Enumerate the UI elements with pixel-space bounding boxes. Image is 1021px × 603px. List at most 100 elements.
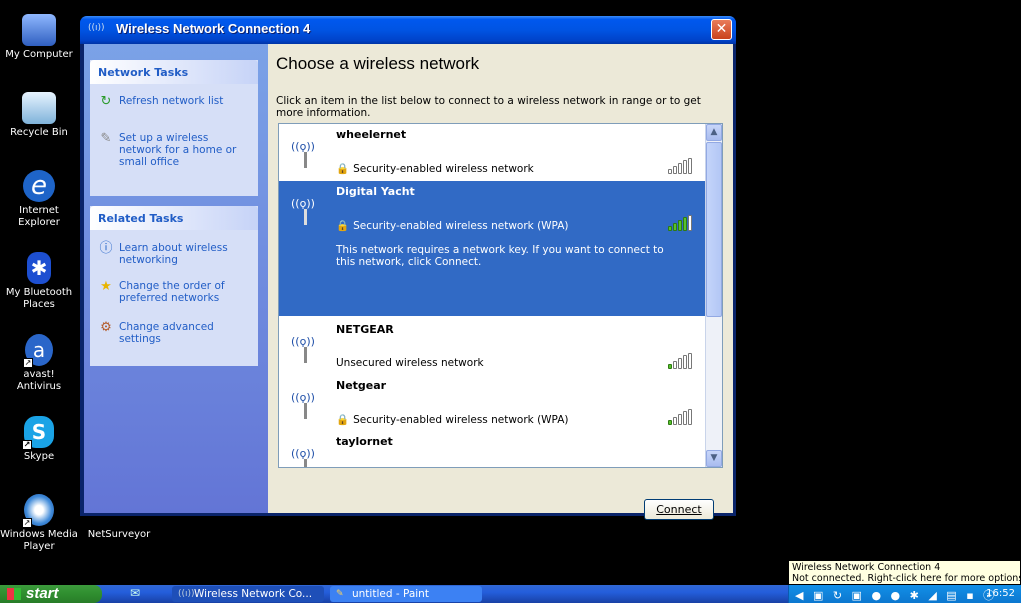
scroll-up-button[interactable]: ▲: [706, 124, 722, 141]
network-description: This network requires a network key. If …: [336, 244, 664, 268]
signal-bar: [668, 169, 672, 174]
shortcut-arrow-icon: ↗: [22, 440, 32, 450]
signal-bar: [683, 411, 687, 425]
system-tray: ◀ ▣ ↻ ▣ ● ● ✱ ◢ ▤ ▪ ⓐ 16:52: [788, 585, 1021, 603]
desktop-icon-label: My Computer: [5, 49, 73, 60]
signal-bar: [688, 215, 692, 231]
wireless-network-icon: ((ı)): [88, 23, 105, 33]
internet-explorer-icon: e: [23, 170, 55, 202]
network-item-selected[interactable]: ((ϙ)) Digital Yacht 🔒 Security-enabled wi…: [279, 181, 706, 316]
scroll-down-button[interactable]: ▼: [706, 450, 722, 467]
desktop-icon-bluetooth[interactable]: ✱ My Bluetooth Places: [0, 252, 78, 311]
network-name: NETGEAR: [336, 323, 394, 336]
security-status: Unsecured wireless network: [336, 357, 484, 369]
signal-bar: [673, 361, 677, 369]
signal-bar: [683, 160, 687, 174]
desktop-icon-label: Internet Explorer: [18, 205, 60, 228]
security-status: 🔒 Security-enabled wireless network: [336, 163, 534, 175]
related-tasks-panel: Related Tasks ⓘ Learn about wireless net…: [90, 206, 258, 366]
connect-button[interactable]: Connect: [644, 499, 714, 520]
star-icon: ★: [100, 279, 112, 294]
wireless-network-icon: ((ı)): [178, 589, 195, 599]
network-name: wheelernet: [336, 128, 407, 141]
computer-icon: [22, 14, 56, 46]
change-network-order-link[interactable]: ★ Change the order of preferred networks: [98, 279, 254, 305]
tray-icons[interactable]: ◀ ▣ ↻ ▣ ● ● ✱ ◢ ▤ ▪ ⓐ: [795, 587, 997, 603]
info-icon: ⓘ: [99, 241, 113, 256]
signal-bar: [688, 158, 692, 174]
taskbar: start ✉ ((ı)) Wireless Network Co... ✎ u…: [0, 585, 1021, 603]
signal-strength-icon: [668, 353, 698, 369]
antenna-icon: ((ϙ)): [291, 385, 321, 421]
security-status: 🔒 Security-enabled wireless network (WPA): [336, 220, 569, 232]
tray-tooltip: Wireless Network Connection 4 Not connec…: [788, 560, 1021, 585]
task-label: Change advanced settings: [119, 321, 214, 345]
task-sidebar: Network Tasks ↻ Refresh network list ✎ S…: [84, 44, 268, 513]
signal-bar: [673, 166, 677, 174]
taskbar-button-paint[interactable]: ✎ untitled - Paint: [330, 586, 482, 602]
window-title: Wireless Network Connection 4: [116, 21, 311, 36]
shortcut-arrow-icon: ↗: [22, 518, 32, 528]
desktop-icon-label: Skype: [23, 451, 55, 462]
settings-icon: ⚙: [100, 320, 112, 335]
desktop-icon-label: NetSurveyor: [87, 529, 151, 540]
desktop-icon-skype[interactable]: S ↗ Skype: [0, 416, 78, 463]
close-icon: ✕: [715, 21, 728, 37]
signal-bar: [678, 358, 682, 369]
signal-bar: [668, 420, 672, 425]
bluetooth-icon: ✱: [27, 252, 51, 284]
related-tasks-header[interactable]: Related Tasks: [90, 206, 258, 230]
desktop-icon-windows-media-player[interactable]: ↗ Windows Media Player: [0, 494, 78, 553]
recycle-bin-icon: [22, 92, 56, 124]
network-item[interactable]: ((ϙ)) Netgear 🔒 Security-enabled wireless…: [279, 375, 706, 431]
refresh-icon: ↻: [100, 94, 112, 109]
clock[interactable]: 16:52: [986, 588, 1015, 599]
learn-about-wireless-link[interactable]: ⓘ Learn about wireless networking: [98, 241, 254, 267]
security-status: 🔒 Security-enabled wireless network (WPA): [336, 414, 569, 426]
setup-wireless-network-link[interactable]: ✎ Set up a wireless network for a home o…: [98, 132, 254, 169]
task-label: Change the order of preferred networks: [119, 280, 225, 304]
signal-bar: [678, 163, 682, 174]
signal-strength-icon: [668, 158, 698, 174]
taskbar-button-wireless[interactable]: ((ı)) Wireless Network Co...: [172, 586, 324, 602]
network-tasks-header[interactable]: Network Tasks: [90, 60, 258, 84]
network-item[interactable]: ((ϙ)) taylornet: [279, 431, 706, 467]
quick-launch-email-icon[interactable]: ✉: [130, 586, 140, 600]
desktop-icon-avast[interactable]: a ↗ avast! Antivirus: [0, 334, 78, 393]
antenna-icon: ((ϙ)): [291, 134, 321, 170]
scroll-thumb[interactable]: [706, 142, 722, 317]
intro-text: Click an item in the list below to conne…: [276, 95, 701, 119]
signal-bar: [688, 409, 692, 425]
antenna-icon: ((ϙ)): [291, 441, 321, 467]
signal-bar: [678, 220, 682, 231]
task-label: Set up a wireless network for a home or …: [119, 132, 237, 168]
tooltip-title: Wireless Network Connection 4: [792, 562, 941, 573]
network-item[interactable]: ((ϙ)) NETGEAR Unsecured wireless network: [279, 319, 706, 375]
shortcut-arrow-icon: ↗: [23, 358, 33, 368]
desktop-icon-internet-explorer[interactable]: e Internet Explorer: [0, 170, 78, 229]
desktop-icon-my-computer[interactable]: My Computer: [0, 14, 78, 61]
desktop-icon-label: My Bluetooth Places: [5, 287, 73, 310]
desktop-icon-label: avast! Antivirus: [16, 369, 62, 392]
signal-bar: [683, 355, 687, 369]
network-name: Digital Yacht: [336, 185, 415, 198]
network-item[interactable]: ((ϙ)) wheelernet 🔒 Security-enabled wirel…: [279, 124, 706, 180]
media-player-icon: ↗: [22, 494, 54, 528]
signal-bar: [678, 414, 682, 425]
signal-bar: [668, 226, 672, 231]
signal-bar: [688, 353, 692, 369]
vertical-scrollbar[interactable]: ▲ ▼: [705, 124, 722, 467]
network-list[interactable]: ((ϙ)) wheelernet 🔒 Security-enabled wirel…: [278, 123, 723, 468]
windows-logo-icon: [7, 588, 21, 600]
desktop-icon-label: Windows Media Player: [0, 529, 78, 552]
desktop-icon-recycle-bin[interactable]: Recycle Bin: [0, 92, 78, 139]
main-content: Choose a wireless network Click an item …: [268, 44, 733, 520]
start-button[interactable]: start: [0, 585, 102, 603]
window-titlebar[interactable]: ((ı)) Wireless Network Connection 4 ✕: [80, 16, 736, 44]
network-name: taylornet: [336, 435, 393, 448]
refresh-network-list-link[interactable]: ↻ Refresh network list: [98, 94, 254, 109]
signal-bar: [673, 417, 677, 425]
signal-bar: [683, 217, 687, 231]
change-advanced-settings-link[interactable]: ⚙ Change advanced settings: [98, 320, 254, 346]
close-button[interactable]: ✕: [711, 19, 732, 40]
